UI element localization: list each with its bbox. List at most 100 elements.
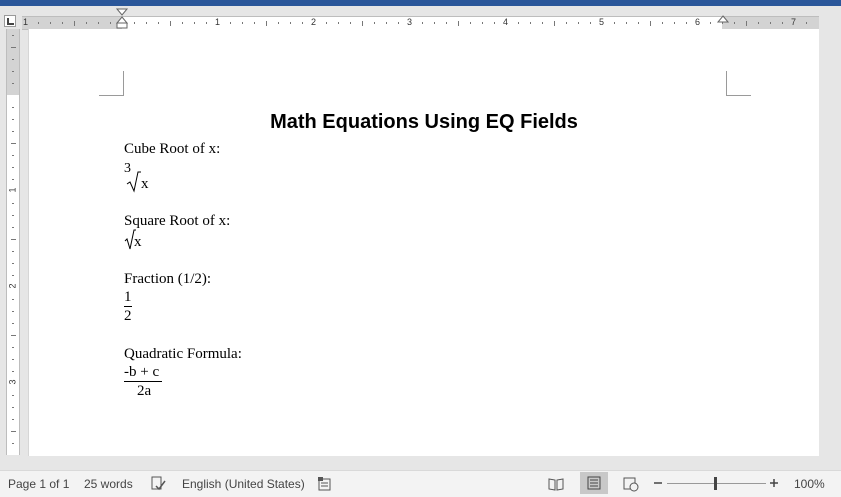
ruler-tick (482, 22, 483, 24)
ruler-tick (422, 22, 423, 24)
ruler-tick (398, 22, 399, 24)
word-count[interactable]: 25 words (84, 477, 133, 491)
ruler-tick (494, 22, 495, 24)
ruler-tick (326, 22, 327, 24)
ruler-tick (710, 22, 711, 24)
ruler-tick (12, 131, 14, 132)
print-layout-icon (587, 476, 601, 490)
ruler-tick (12, 419, 14, 420)
ruler-tick (566, 22, 567, 24)
proofing-icon[interactable] (150, 476, 166, 492)
ruler-tick (302, 22, 303, 24)
ruler-tick (12, 167, 14, 168)
right-indent-marker[interactable] (717, 15, 729, 27)
ruler-top-margin (7, 29, 19, 95)
ruler-number: 1 (7, 187, 18, 193)
quadratic-fraction-bar (124, 381, 162, 382)
ruler-tick (12, 107, 14, 108)
ruler-number: 1 (23, 17, 29, 27)
ruler-tick (12, 227, 14, 228)
ruler-tick (10, 143, 16, 144)
ruler-tick (86, 22, 87, 24)
ruler-tick (74, 20, 75, 26)
ruler-tick (12, 311, 14, 312)
ruler-tick (578, 22, 579, 24)
macro-icon[interactable] (317, 476, 333, 492)
ruler-tick (12, 347, 14, 348)
quadratic-numerator: -b + c (124, 364, 160, 380)
ruler-tick (146, 22, 147, 24)
ruler-tick (12, 371, 14, 372)
ruler-tick (170, 20, 171, 26)
ruler-tick (12, 215, 14, 216)
ruler-tick (12, 179, 14, 180)
cube-root-label: Cube Root of x: (124, 141, 221, 157)
ruler-tick (434, 22, 435, 24)
ruler-tick (278, 22, 279, 24)
ruler-tick (266, 20, 267, 26)
page-count[interactable]: Page 1 of 1 (8, 477, 69, 491)
ruler-tick (734, 22, 735, 24)
ruler-tick (554, 20, 555, 26)
ruler-tick (542, 22, 543, 24)
cube-root-radicand: x (141, 176, 149, 192)
ruler-number: 5 (599, 17, 605, 27)
ruler-number: 2 (311, 17, 317, 27)
ruler-tick (12, 407, 14, 408)
ruler-tick (206, 22, 207, 24)
fraction-label: Fraction (1/2): (124, 271, 212, 287)
ruler-tick (50, 22, 51, 24)
ruler-number: 1 (215, 17, 221, 27)
tab-stop-selector[interactable] (4, 15, 16, 27)
ruler-tick (194, 22, 195, 24)
ruler-tick (746, 20, 747, 26)
ruler-tick (12, 119, 14, 120)
ruler-tick (458, 20, 459, 26)
ruler-tick (626, 22, 627, 24)
ruler-tick (158, 22, 159, 24)
ruler-tick (674, 22, 675, 24)
ruler-tick (10, 335, 16, 336)
ruler-tick (770, 22, 771, 24)
ruler-tick (12, 263, 14, 264)
zoom-out-icon[interactable] (652, 477, 664, 489)
ruler-tick (242, 22, 243, 24)
ruler-left-margin (22, 17, 122, 29)
document-title: Math Equations Using EQ Fields (270, 111, 578, 133)
document-page[interactable]: Math Equations Using EQ Fields Cube Root… (28, 29, 820, 456)
fraction-bar (124, 306, 132, 307)
ruler-tick (362, 20, 363, 26)
vertical-ruler[interactable]: 1 2 3 (6, 29, 20, 455)
ruler-number: 3 (407, 17, 413, 27)
ruler-tick (350, 22, 351, 24)
first-line-indent-marker[interactable] (116, 8, 128, 30)
cube-root-radical-icon (126, 171, 141, 193)
quadratic-denominator: 2a (137, 383, 152, 399)
web-layout-icon[interactable] (623, 476, 639, 492)
ruler-number: 7 (791, 17, 797, 27)
crop-mark-top-left (99, 71, 124, 96)
zoom-in-icon[interactable] (768, 477, 780, 489)
ruler-tick (62, 22, 63, 24)
ruler-tick (662, 22, 663, 24)
ruler-tick (758, 22, 759, 24)
print-layout-button[interactable] (580, 472, 608, 494)
vertical-scrollbar[interactable] (819, 29, 841, 456)
ruler-number: 2 (7, 283, 18, 289)
ruler-tick (10, 239, 16, 240)
quadratic-label: Quadratic Formula: (124, 346, 242, 362)
ruler-tick (134, 22, 135, 24)
ruler-tick (12, 203, 14, 204)
ruler-tick (12, 251, 14, 252)
horizontal-ruler[interactable]: 1 1 2 3 4 5 6 7 (22, 16, 819, 30)
read-mode-icon[interactable] (548, 476, 564, 492)
ruler-tick (98, 22, 99, 24)
ruler-tick (182, 22, 183, 24)
language-indicator[interactable]: English (United States) (182, 477, 305, 491)
ruler-tick (12, 395, 14, 396)
zoom-level[interactable]: 100% (794, 477, 825, 491)
fraction-denominator: 2 (124, 308, 132, 324)
zoom-slider-thumb[interactable] (714, 477, 717, 490)
ruler-tick (12, 359, 14, 360)
ruler-tick (12, 155, 14, 156)
